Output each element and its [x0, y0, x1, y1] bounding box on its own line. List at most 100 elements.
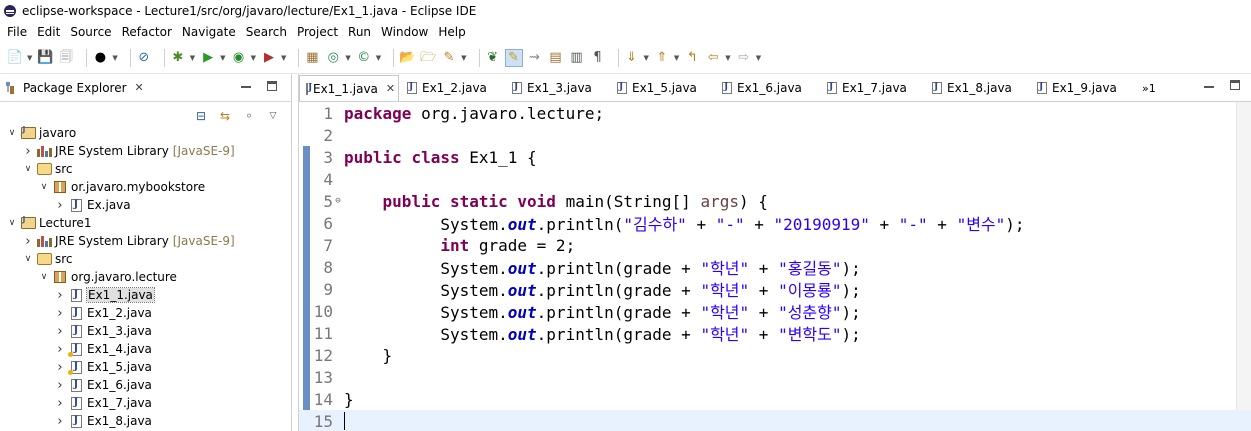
package-explorer-tab[interactable]: Package Explorer ✕: [0, 74, 291, 102]
menu-help[interactable]: Help: [433, 22, 470, 42]
debug-icon[interactable]: ✱: [169, 49, 187, 67]
minimize-icon[interactable]: [241, 86, 251, 88]
tree-item[interactable]: ∨ or.javaro.mybookstore: [0, 178, 292, 196]
tree-item[interactable]: › Ex1_8.java: [0, 412, 292, 430]
menu-source[interactable]: Source: [65, 22, 116, 42]
new-class-icon[interactable]: ©: [355, 49, 373, 67]
chevron-down-icon[interactable]: ∨: [6, 218, 18, 228]
maximize-icon[interactable]: [267, 81, 277, 91]
tree-item[interactable]: ∨ org.javaro.lecture: [0, 268, 292, 286]
tab-ex1-3[interactable]: Ex1_3.java: [506, 75, 609, 101]
tree-item[interactable]: › Ex1_5.java: [0, 358, 292, 376]
maximize-icon[interactable]: [1230, 80, 1240, 90]
tree-item[interactable]: ∨ src: [0, 160, 292, 178]
toggle-block-selection-icon[interactable]: ⇝: [526, 49, 544, 67]
external-tools-dropdown-icon[interactable]: ▼: [281, 54, 286, 62]
chevron-down-icon[interactable]: ∨: [38, 272, 50, 282]
menu-run[interactable]: Run: [343, 22, 376, 42]
tree-item[interactable]: › Ex1_6.java: [0, 376, 292, 394]
close-icon[interactable]: ✕: [135, 81, 144, 94]
code-line[interactable]: 9 System.out.println(grade + "학년" + "이몽룡…: [299, 278, 1251, 301]
focus-on-active-task-icon[interactable]: ⚬: [241, 108, 257, 124]
chevron-right-icon[interactable]: ›: [54, 288, 66, 303]
forward-dropdown-icon[interactable]: ▼: [756, 54, 761, 62]
link-with-editor-icon[interactable]: ⇆: [217, 108, 233, 124]
menu-search[interactable]: Search: [241, 22, 292, 42]
chevron-right-icon[interactable]: ›: [54, 198, 66, 213]
next-annotation-dropdown-icon[interactable]: ▼: [644, 54, 649, 62]
code-line[interactable]: 11 System.out.println(grade + "학년" + "변학…: [299, 322, 1251, 345]
highlight-icon[interactable]: ✎: [504, 48, 523, 67]
menu-project[interactable]: Project: [292, 22, 343, 42]
previous-annotation-icon[interactable]: ⇑: [653, 49, 671, 67]
tab-ex1-1[interactable]: Ex1_1.java ✕: [299, 75, 399, 101]
code-line[interactable]: 4: [299, 168, 1251, 190]
code-line[interactable]: 14}: [299, 388, 1251, 410]
tab-ex1-2[interactable]: Ex1_2.java: [401, 75, 504, 101]
back-icon[interactable]: ⇦: [704, 49, 722, 67]
code-line[interactable]: 5 ⊖ public static void main(String[] args…: [299, 190, 1251, 212]
code-line[interactable]: 2: [299, 124, 1251, 146]
open-type-icon[interactable]: 📂: [398, 49, 416, 67]
show-whitespace-icon[interactable]: ▤: [547, 49, 565, 67]
tree-item[interactable]: ∨ Lecture1: [0, 214, 292, 232]
code-line[interactable]: 10 System.out.println(grade + "학년" + "성춘…: [299, 300, 1251, 323]
fold-collapse-icon[interactable]: ⊖: [333, 196, 343, 206]
tab-ex1-7[interactable]: Ex1_7.java: [821, 75, 924, 101]
pilcrow-icon[interactable]: ¶: [589, 49, 607, 67]
coverage-dropdown-icon[interactable]: ▼: [251, 54, 256, 62]
tree-item[interactable]: › Ex.java: [0, 196, 292, 214]
code-line[interactable]: 7 int grade = 2;: [299, 234, 1251, 256]
new-icon[interactable]: 📄: [6, 49, 24, 67]
tree-item[interactable]: ∨ src: [0, 250, 292, 268]
chevron-right-icon[interactable]: ›: [54, 414, 66, 429]
tree-item[interactable]: › JRE System Library [JavaSE-9]: [0, 232, 292, 250]
last-edit-icon[interactable]: ↰: [683, 49, 701, 67]
chevron-right-icon[interactable]: ›: [54, 396, 66, 411]
code-line[interactable]: 6 System.out.println("김수하" + "-" + "2019…: [299, 212, 1251, 235]
menu-edit[interactable]: Edit: [32, 22, 65, 42]
tree-item[interactable]: › Ex1_4.java: [0, 340, 292, 358]
skip-breakpoints-icon[interactable]: ⊘: [135, 49, 153, 67]
coverage-icon[interactable]: ◉: [230, 49, 248, 67]
open-task-icon[interactable]: 🗁: [419, 49, 437, 67]
next-annotation-icon[interactable]: ⇓: [623, 49, 641, 67]
new-java-project-icon[interactable]: ▦: [303, 49, 321, 67]
new-package-dropdown-icon[interactable]: ▼: [345, 54, 350, 62]
tree-item[interactable]: › JRE System Library [JavaSE-9]: [0, 142, 292, 160]
collapse-all-icon[interactable]: ⊟: [193, 108, 209, 124]
tree-item[interactable]: › Ex1_7.java: [0, 394, 292, 412]
close-icon[interactable]: ✕: [386, 82, 395, 95]
view-menu-icon[interactable]: ▽: [265, 108, 281, 124]
tree-item[interactable]: › Ex1_2.java: [0, 304, 292, 322]
new-class-dropdown-icon[interactable]: ▼: [376, 54, 381, 62]
back-dropdown-icon[interactable]: ▼: [725, 54, 730, 62]
code-line[interactable]: 13: [299, 366, 1251, 388]
code-editor[interactable]: 1 package org.javaro.lecture; 2 3 public cla…: [299, 102, 1251, 431]
code-line[interactable]: 15: [299, 410, 1251, 431]
chevron-down-icon[interactable]: ∨: [38, 182, 50, 192]
chevron-right-icon[interactable]: ›: [54, 342, 66, 357]
tree-item[interactable]: › Ex1_3.java: [0, 322, 292, 340]
chevron-down-icon[interactable]: ∨: [22, 164, 34, 174]
save-all-icon[interactable]: 🗐: [57, 49, 75, 67]
tab-ex1-5[interactable]: Ex1_5.java: [611, 75, 714, 101]
previous-annotation-dropdown-icon[interactable]: ▼: [674, 54, 679, 62]
forward-icon[interactable]: ⇨: [735, 49, 753, 67]
code-line[interactable]: 8 System.out.println(grade + "학년" + "홍길동…: [299, 256, 1251, 279]
minimize-icon[interactable]: [1204, 86, 1214, 88]
chevron-right-icon[interactable]: ›: [22, 144, 34, 159]
code-line[interactable]: 3 public class Ex1_1 {: [299, 146, 1251, 168]
tab-overflow-button[interactable]: »1: [1142, 82, 1156, 101]
chevron-down-icon[interactable]: ∨: [6, 128, 18, 138]
menu-file[interactable]: File: [2, 22, 32, 42]
external-tools-icon[interactable]: ▶: [260, 49, 278, 67]
tree-item[interactable]: ∨ javaro: [0, 124, 292, 142]
search-icon[interactable]: ✎: [440, 49, 458, 67]
menu-window[interactable]: Window: [376, 22, 433, 42]
code-line[interactable]: 12 }: [299, 344, 1251, 366]
chevron-right-icon[interactable]: ›: [54, 360, 66, 375]
chevron-down-icon[interactable]: ∨: [22, 254, 34, 264]
chevron-right-icon[interactable]: ›: [22, 234, 34, 249]
tab-ex1-6[interactable]: Ex1_6.java: [716, 75, 819, 101]
